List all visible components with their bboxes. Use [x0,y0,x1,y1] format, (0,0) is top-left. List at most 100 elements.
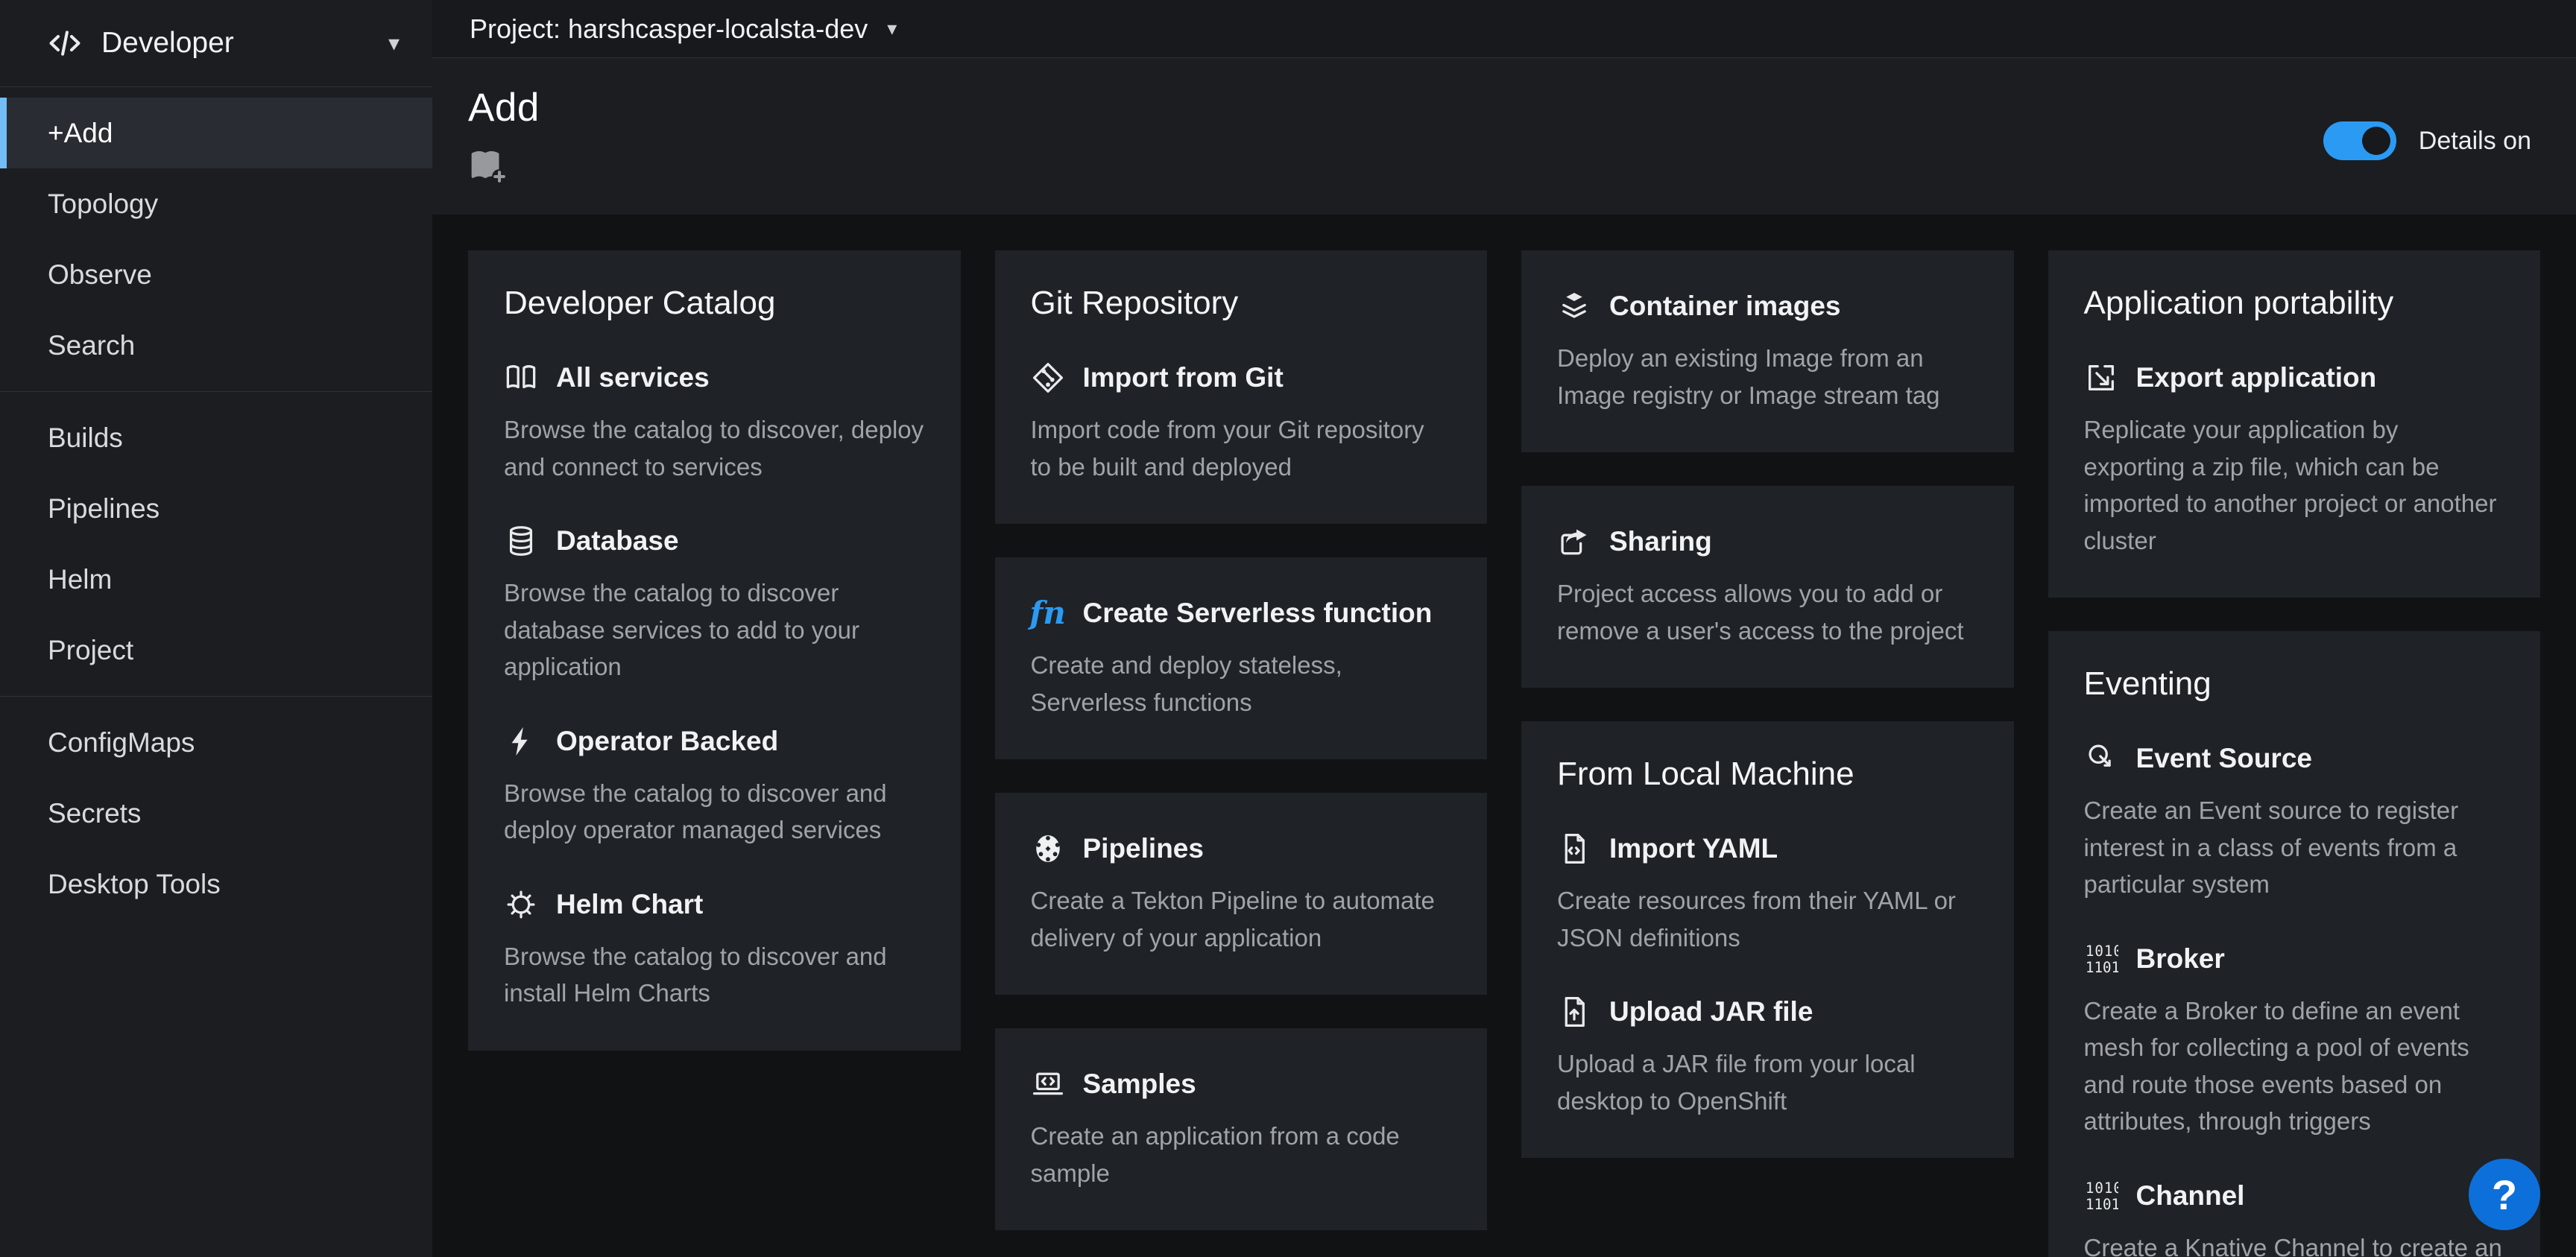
details-toggle-label: Details on [2419,127,2531,156]
card-create-serverless-function[interactable]: fn Create Serverless function Create and d… [995,557,1488,759]
item-samples[interactable]: Samples Create an application from a code… [1031,1067,1452,1191]
item-title: Event Source [2136,743,2312,774]
sidebar-item-pipelines[interactable]: Pipelines [0,473,432,544]
card-samples[interactable]: Samples Create an application from a code… [995,1028,1488,1230]
item-container-images[interactable]: Container images Deploy an existing Image… [1557,289,1978,414]
chevron-down-icon: ▾ [887,17,897,40]
project-selector[interactable]: Project: harshcasper-localsta-dev ▾ [470,13,897,45]
perspective-label: Developer [101,27,388,60]
sidebar-item-builds[interactable]: Builds [0,402,432,473]
item-title: Samples [1083,1068,1196,1100]
item-sharing[interactable]: SharingProject access allows you to add … [1557,525,1978,649]
item-broker[interactable]: 101011011 Broker Create a Broker to define… [2084,942,2505,1140]
help-button[interactable]: ? [2469,1159,2540,1230]
sidebar-divider [0,696,432,697]
layers-icon [1557,289,1591,323]
item-title: Broker [2136,943,2225,975]
card-column-1: Developer CatalogAll servicesBrowse the … [468,250,961,1051]
card-sharing[interactable]: SharingProject access allows you to add … [1521,486,2014,688]
sidebar-item-topology[interactable]: Topology [0,168,432,239]
item-helm-chart[interactable]: Helm Chart Browse the catalog to discover… [504,887,925,1012]
card-column-2: Git RepositoryImport from GitImport code… [995,250,1488,1230]
item-description: Replicate your application by exporting … [2084,411,2505,559]
item-description: Create and deploy stateless, Serverless … [1031,647,1452,721]
card-developer-catalog[interactable]: Developer CatalogAll servicesBrowse the … [468,250,961,1051]
sidebar-item-configmaps[interactable]: ConfigMaps [0,707,432,778]
item-description: Create a Tekton Pipeline to automate del… [1031,882,1452,956]
item-event-source[interactable]: Event Source Create an Event source to re… [2084,741,2505,903]
card-git-repository[interactable]: Git RepositoryImport from GitImport code… [995,250,1488,524]
item-title: Import YAML [1609,833,1778,864]
item-title: All services [556,362,710,393]
item-channel[interactable]: 101011011 Channel Create a Knative Channel… [2084,1179,2505,1257]
main-area: Project: harshcasper-localsta-dev ▾ Add … [432,0,2576,1257]
card-container-images[interactable]: Container images Deploy an existing Image… [1521,250,2014,452]
event-source-icon [2084,741,2118,776]
sidebar-item-desktop-tools[interactable]: Desktop Tools [0,849,432,919]
sidebar-item-observe[interactable]: Observe [0,239,432,310]
item-import-yaml[interactable]: Import YAML Create resources from their Y… [1557,832,1978,956]
item-import-from-git[interactable]: Import from GitImport code from your Git… [1031,361,1452,485]
card-column-3: Container images Deploy an existing Image… [1521,250,2014,1158]
item-description: Create resources from their YAML or JSON… [1557,882,1978,956]
code-icon [45,23,85,63]
item-title: Channel [2136,1180,2245,1212]
item-database[interactable]: Database Browse the catalog to discover d… [504,524,925,686]
item-description: Create a Knative Channel to create an ev… [2084,1229,2505,1257]
svg-text:11011: 11011 [2085,959,2118,976]
card-from-local-machine[interactable]: From Local MachineImport YAMLCreate reso… [1521,721,2014,1158]
card-title: Developer Catalog [504,285,925,322]
item-description: Create a Broker to define an event mesh … [2084,992,2505,1140]
card-application-portability[interactable]: Application portabilityExport applicatio… [2048,250,2541,598]
git-icon [1031,361,1065,395]
item-description: Import code from your Git repository to … [1031,411,1452,485]
item-title: Helm Chart [556,889,703,920]
perspective-switcher[interactable]: Developer ▾ [0,0,432,87]
card-eventing[interactable]: EventingEvent SourceCreate an Event sour… [2048,631,2541,1257]
helm-icon [504,887,538,922]
bolt-icon [504,724,538,759]
item-create-serverless-function[interactable]: fn Create Serverless function Create and d… [1031,596,1452,721]
sidebar-item-add[interactable]: +Add [0,98,432,168]
item-title: Operator Backed [556,726,778,757]
sidebar-item-secrets[interactable]: Secrets [0,778,432,849]
help-button-label: ? [2492,1171,2517,1219]
database-icon [504,524,538,558]
binary-icon: 101011011 [2084,942,2118,976]
app-root: Developer ▾ +AddTopologyObserveSearch Bui… [0,0,2576,1257]
sidebar-divider [0,391,432,392]
item-title: Container images [1609,291,1840,322]
details-toggle-group: Details on [2323,121,2531,160]
item-pipelines[interactable]: Pipelines Create a Tekton Pipeline to aut… [1031,832,1452,956]
page-title: Add [468,85,2531,130]
fn-icon: fn [1031,596,1065,630]
svg-text:1010: 1010 [2085,943,2118,960]
chevron-down-icon: ▾ [388,31,400,57]
item-export-application[interactable]: Export application Replicate your applica… [2084,361,2505,559]
add-page-content: Developer CatalogAll servicesBrowse the … [432,215,2576,1257]
sidebar-item-search[interactable]: Search [0,310,432,381]
export-icon [2084,361,2118,395]
sidebar-item-helm[interactable]: Helm [0,544,432,615]
sidebar-item-project[interactable]: Project [0,615,432,686]
item-all-services[interactable]: All servicesBrowse the catalog to discov… [504,361,925,485]
book-plus-icon[interactable] [468,147,510,186]
card-column-4: Application portabilityExport applicatio… [2048,250,2541,1257]
details-toggle[interactable] [2323,121,2396,160]
tekton-icon [1031,832,1065,866]
item-upload-jar-file[interactable]: Upload JAR fileUpload a JAR file from yo… [1557,995,1978,1119]
item-title: Database [556,525,679,557]
sidebar-nav: +AddTopologyObserveSearch BuildsPipelines… [0,87,432,919]
item-operator-backed[interactable]: Operator BackedBrowse the catalog to dis… [504,724,925,849]
item-description: Deploy an existing Image from an Image r… [1557,340,1978,414]
item-title: Upload JAR file [1609,996,1813,1028]
binary-icon: 101011011 [2084,1179,2118,1213]
card-pipelines[interactable]: Pipelines Create a Tekton Pipeline to aut… [995,793,1488,995]
item-description: Create an application from a code sample [1031,1118,1452,1191]
item-title: Pipelines [1083,833,1204,864]
item-title: Create Serverless function [1083,598,1433,629]
item-description: Browse the catalog to discover database … [504,574,925,686]
item-description: Create an Event source to register inter… [2084,792,2505,903]
item-title: Export application [2136,362,2377,393]
item-description: Browse the catalog to discover and insta… [504,938,925,1012]
